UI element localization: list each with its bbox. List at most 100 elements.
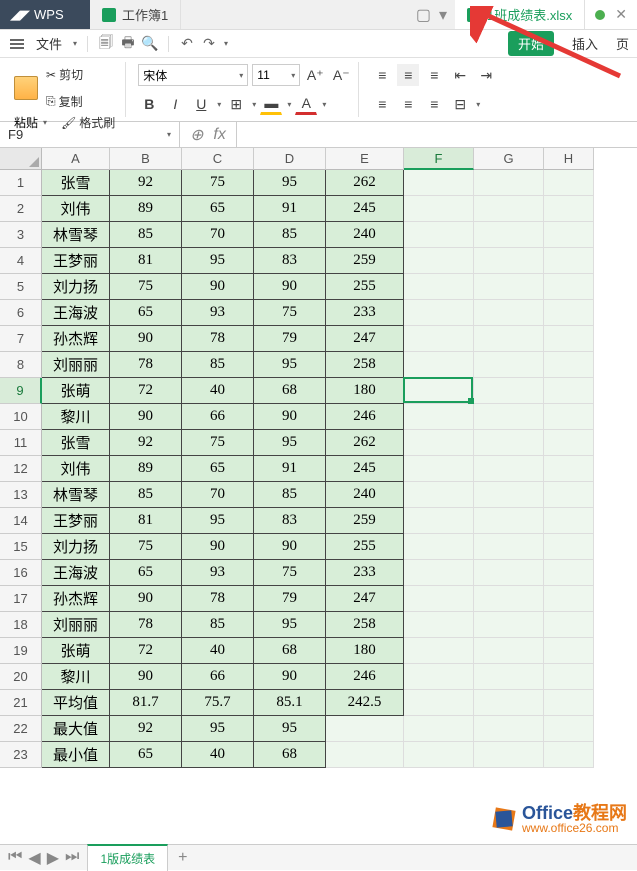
cell[interactable] [404,248,474,274]
cell[interactable]: 75.7 [182,690,254,716]
cell[interactable] [544,430,594,456]
start-tab[interactable]: 开始 [508,31,554,56]
column-header-G[interactable]: G [474,148,544,170]
cell[interactable] [404,300,474,326]
cell[interactable] [404,508,474,534]
copy-button[interactable]: ⎘ 复制 [42,91,87,112]
cell[interactable]: 95 [182,248,254,274]
cell[interactable]: 95 [254,430,326,456]
align-bottom-button[interactable]: ≡ [423,64,445,86]
fx-search-icon[interactable]: ⊕ [190,125,203,145]
cell[interactable] [474,586,544,612]
italic-button[interactable]: I [164,93,186,115]
sheet-last-icon[interactable]: ⏭ [65,848,79,868]
cell[interactable] [404,716,474,742]
cell[interactable]: 40 [182,378,254,404]
row-header[interactable]: 15 [0,534,42,560]
cell[interactable]: 65 [110,742,182,768]
cell[interactable]: 180 [326,378,404,404]
cell[interactable]: 75 [110,274,182,300]
cell[interactable]: 刘丽丽 [42,352,110,378]
indent-increase-button[interactable]: ⇥ [475,64,497,86]
redo-icon[interactable]: ↷ [201,36,217,52]
row-header[interactable]: 3 [0,222,42,248]
cell[interactable]: 85 [182,352,254,378]
status-dot-icon[interactable] [595,10,605,20]
border-button[interactable]: ⊞ [225,93,247,115]
cell[interactable]: 90 [110,326,182,352]
tab-active-file[interactable]: 1班成绩表.xlsx [455,0,585,29]
cell[interactable]: 最小值 [42,742,110,768]
cell[interactable]: 90 [110,404,182,430]
cell[interactable] [544,274,594,300]
cell[interactable] [474,638,544,664]
page-tab[interactable]: 页 [616,34,629,53]
cell[interactable] [544,170,594,196]
row-header[interactable]: 12 [0,456,42,482]
window-icon[interactable]: ▢ [416,5,431,25]
tab-workbook1[interactable]: 工作簿1 [90,0,181,29]
row-header[interactable]: 21 [0,690,42,716]
cell[interactable] [544,560,594,586]
cell[interactable]: 70 [182,222,254,248]
cell[interactable] [544,742,594,768]
cell[interactable]: 张雪 [42,430,110,456]
cell[interactable]: 180 [326,638,404,664]
cell[interactable] [326,716,404,742]
font-color-button[interactable]: A [295,93,317,115]
cell[interactable]: 刘力扬 [42,534,110,560]
cell[interactable]: 259 [326,508,404,534]
cell[interactable]: 95 [254,612,326,638]
cell[interactable]: 233 [326,560,404,586]
cell[interactable]: 247 [326,586,404,612]
row-header[interactable]: 1 [0,170,42,196]
cell[interactable]: 92 [110,716,182,742]
row-header[interactable]: 19 [0,638,42,664]
file-menu[interactable]: 文件 [32,34,66,53]
cell[interactable] [326,742,404,768]
cell[interactable]: 黎川 [42,404,110,430]
cell[interactable]: 95 [182,716,254,742]
cell[interactable]: 王梦丽 [42,248,110,274]
cell[interactable]: 255 [326,274,404,300]
cell[interactable]: 刘力扬 [42,274,110,300]
cell[interactable] [544,690,594,716]
merge-button[interactable]: ⊟ [449,93,471,115]
font-name-select[interactable]: 宋体▾ [138,64,248,86]
name-box[interactable]: F9 ▾ [0,122,180,147]
cell[interactable] [544,612,594,638]
insert-tab[interactable]: 插入 [572,34,598,53]
cell[interactable]: 40 [182,742,254,768]
cell[interactable]: 65 [182,456,254,482]
cell[interactable]: 40 [182,638,254,664]
cell[interactable] [544,404,594,430]
cell[interactable]: 90 [254,664,326,690]
cell[interactable]: 262 [326,170,404,196]
sheet-next-icon[interactable]: ▶ [47,848,59,868]
cell[interactable]: 90 [110,586,182,612]
bold-button[interactable]: B [138,93,160,115]
cell[interactable]: 70 [182,482,254,508]
sheet-tab-active[interactable]: 1版成绩表 [87,844,168,871]
cell[interactable]: 90 [254,404,326,430]
column-header-F[interactable]: F [404,148,474,170]
cell[interactable]: 83 [254,508,326,534]
row-header[interactable]: 20 [0,664,42,690]
cell[interactable]: 85 [182,612,254,638]
cell[interactable] [474,196,544,222]
cell[interactable]: 90 [254,534,326,560]
font-size-select[interactable]: 11▾ [252,64,300,86]
cell[interactable] [404,534,474,560]
cell[interactable]: 245 [326,456,404,482]
cell[interactable] [544,534,594,560]
row-header[interactable]: 23 [0,742,42,768]
cell[interactable]: 孙杰辉 [42,326,110,352]
cell[interactable] [544,352,594,378]
hamburger-icon[interactable] [8,37,26,51]
cell[interactable] [404,482,474,508]
cell[interactable]: 68 [254,742,326,768]
align-left-button[interactable]: ≡ [371,93,393,115]
cell[interactable] [474,352,544,378]
column-header-B[interactable]: B [110,148,182,170]
cell[interactable]: 91 [254,456,326,482]
